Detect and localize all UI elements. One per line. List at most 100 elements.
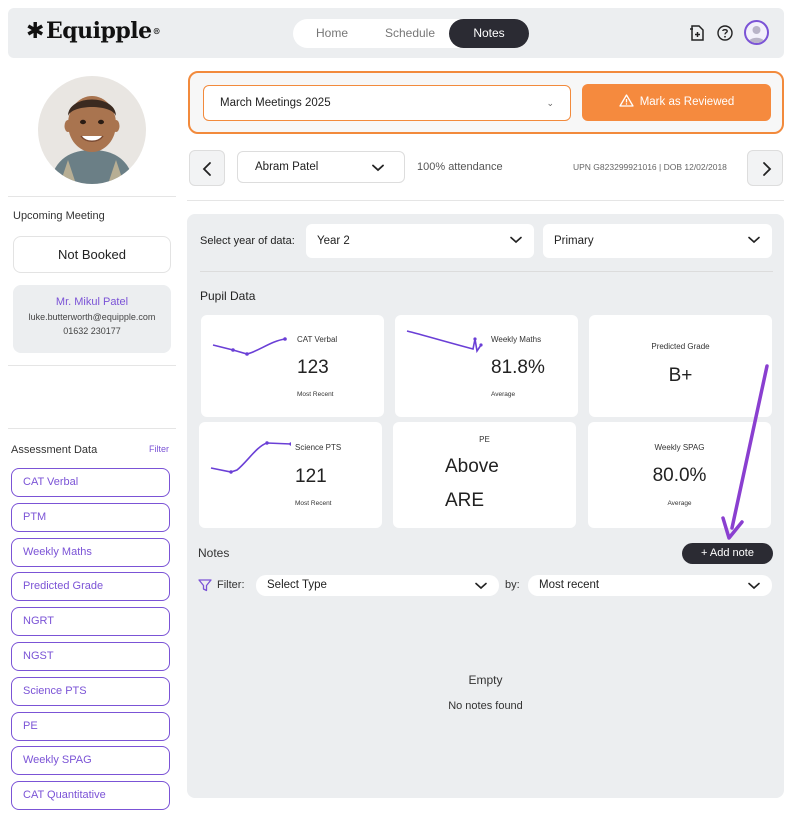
assessment-item-ptm[interactable]: PTM xyxy=(11,502,170,532)
next-pupil-button[interactable] xyxy=(747,150,783,186)
card-value: 123 xyxy=(297,357,329,378)
pe-card[interactable]: PE Above ARE xyxy=(393,422,576,528)
assessment-item-cat-quantitative[interactable]: CAT Quantitative xyxy=(11,781,170,811)
contact-phone: 01632 230177 xyxy=(63,326,121,336)
year-select-label: Select year of data: xyxy=(200,235,295,247)
add-document-icon[interactable] xyxy=(688,24,706,42)
phase-select-value: Primary xyxy=(554,235,594,247)
mark-as-reviewed-label: Mark as Reviewed xyxy=(639,96,735,108)
assessment-item-predicted-grade[interactable]: Predicted Grade xyxy=(11,572,170,602)
content-divider xyxy=(187,200,784,201)
help-icon[interactable] xyxy=(716,24,734,42)
chevron-down-icon xyxy=(475,582,487,590)
notes-title: Notes xyxy=(198,546,230,560)
tab-home[interactable]: Home xyxy=(293,19,371,48)
year-select-value: Year 2 xyxy=(317,235,350,247)
card-value: 81.8% xyxy=(491,357,545,378)
science-pts-card[interactable]: Science PTS 121 Most Recent xyxy=(199,422,382,528)
pupil-photo-image xyxy=(38,76,146,184)
assessment-item-cat-verbal[interactable]: CAT Verbal xyxy=(11,468,170,497)
booking-status: Not Booked xyxy=(13,236,171,273)
chevron-down-icon xyxy=(748,582,760,590)
assessment-item-weekly-spag[interactable]: Weekly SPAG xyxy=(11,746,170,776)
user-avatar[interactable] xyxy=(744,20,769,45)
assessment-item-science-pts[interactable]: Science PTS xyxy=(11,676,170,706)
chevron-down-icon xyxy=(510,236,522,244)
equipple-logo[interactable]: ✱ Equipple ® xyxy=(26,18,161,44)
chevron-left-icon xyxy=(202,162,211,176)
card-label: PE xyxy=(479,435,490,444)
pupil-ids: UPN G823299921016 | DOB 12/02/2018 xyxy=(573,162,727,172)
warning-icon xyxy=(619,94,634,107)
chevron-down-icon xyxy=(372,164,384,172)
tab-notes[interactable]: Notes xyxy=(449,19,529,48)
pupil-data-title: Pupil Data xyxy=(200,289,256,303)
card-subtext: Average xyxy=(667,500,692,507)
assessment-item-pe[interactable]: PE xyxy=(11,711,170,741)
meeting-select[interactable]: March Meetings 2025 ⌄ xyxy=(203,85,571,121)
top-bar: ✱ Equipple ® Home Schedule Notes xyxy=(8,8,784,58)
panel-divider xyxy=(200,271,773,272)
card-value: B+ xyxy=(668,365,693,386)
chevron-down-icon xyxy=(748,236,760,244)
previous-pupil-button[interactable] xyxy=(189,150,225,186)
assessment-filter-link[interactable]: Filter xyxy=(149,444,169,454)
attendance-text: 100% attendance xyxy=(417,161,503,173)
weekly-maths-card[interactable]: Weekly Maths 81.8% Average xyxy=(395,315,578,417)
note-sort-select-value: Most recent xyxy=(539,579,600,591)
assessment-data-title: Assessment Data xyxy=(11,444,98,456)
sidebar-divider xyxy=(8,196,176,197)
tab-schedule[interactable]: Schedule xyxy=(371,19,449,48)
predicted-grade-card[interactable]: Predicted Grade B+ xyxy=(589,315,772,417)
assessment-item-weekly-maths[interactable]: Weekly Maths xyxy=(11,537,170,567)
card-label: Predicted Grade xyxy=(651,342,710,351)
empty-state-message: No notes found xyxy=(448,700,523,712)
note-type-select-value: Select Type xyxy=(267,579,327,591)
contact-card: Mr. Mikul Patel luke.butterworth@equippl… xyxy=(13,285,171,353)
upcoming-meeting-title: Upcoming Meeting xyxy=(13,210,105,222)
weekly-maths-sparkline xyxy=(406,330,483,354)
pupil-select[interactable]: Abram Patel xyxy=(237,151,405,183)
registered-mark: ® xyxy=(152,26,161,36)
phase-select[interactable]: Primary xyxy=(543,224,772,258)
main-nav: Home Schedule Notes xyxy=(293,19,529,48)
meeting-select-value: March Meetings 2025 xyxy=(220,97,331,109)
card-value: Above xyxy=(445,456,499,477)
notes-filter-label: Filter: xyxy=(217,579,245,591)
card-subtext: Most Recent xyxy=(295,500,332,507)
card-label: CAT Verbal xyxy=(297,335,338,344)
card-label: Weekly SPAG xyxy=(654,443,705,452)
meeting-bar: March Meetings 2025 ⌄ Mark as Reviewed xyxy=(188,71,784,134)
contact-email[interactable]: luke.butterworth@equipple.com xyxy=(13,312,171,322)
science-pts-sparkline xyxy=(210,441,291,474)
pupil-photo xyxy=(38,76,146,184)
asterisk-logo-icon: ✱ xyxy=(26,18,44,44)
card-value: 121 xyxy=(295,466,327,487)
card-value: 80.0% xyxy=(652,465,707,486)
contact-name[interactable]: Mr. Mikul Patel xyxy=(13,296,171,308)
chevron-down-icon: ⌄ xyxy=(546,98,554,108)
assessment-item-ngst[interactable]: NGST xyxy=(11,641,170,671)
note-type-select[interactable]: Select Type xyxy=(256,575,499,596)
pupil-name: Abram Patel xyxy=(255,161,319,173)
note-sort-select[interactable]: Most recent xyxy=(528,575,772,596)
year-select[interactable]: Year 2 xyxy=(306,224,534,258)
weekly-spag-card[interactable]: Weekly SPAG 80.0% Average xyxy=(588,422,771,528)
assessment-item-ngrt[interactable]: NGRT xyxy=(11,607,170,637)
add-note-button[interactable]: + Add note xyxy=(682,543,773,564)
chevron-right-icon xyxy=(763,162,772,176)
mark-as-reviewed-button[interactable]: Mark as Reviewed xyxy=(582,84,771,121)
assessment-list: CAT Verbal PTM Weekly Maths Predicted Gr… xyxy=(11,468,170,816)
sort-by-label: by: xyxy=(505,579,520,591)
cat-verbal-card[interactable]: CAT Verbal 123 Most Recent xyxy=(201,315,384,417)
main-panel: Select year of data: Year 2 Primary Pupi… xyxy=(187,214,784,798)
empty-state-title: Empty xyxy=(468,673,503,687)
sidebar-divider xyxy=(8,365,176,366)
card-label: Science PTS xyxy=(295,443,342,452)
cat-verbal-sparkline xyxy=(212,337,287,356)
filter-icon xyxy=(198,579,212,592)
card-subtext: Most Recent xyxy=(297,391,334,398)
card-label: Weekly Maths xyxy=(491,335,542,344)
sidebar-divider xyxy=(8,428,176,429)
logo-text: Equipple xyxy=(45,18,152,44)
